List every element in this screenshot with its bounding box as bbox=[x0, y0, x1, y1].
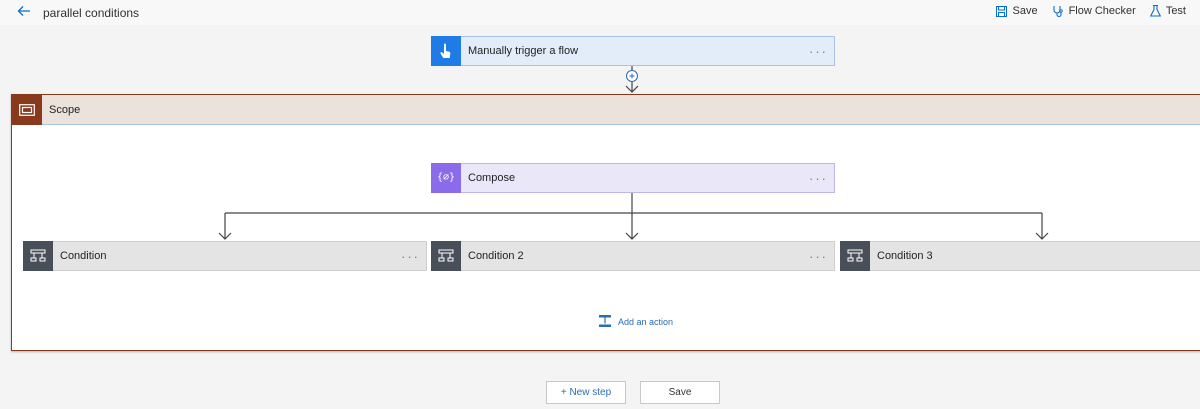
condition-2-label: Condition 2 bbox=[468, 250, 524, 262]
add-action-icon bbox=[598, 314, 612, 330]
branch-connectors bbox=[218, 193, 1049, 240]
add-action-button[interactable]: Add an action bbox=[598, 314, 673, 330]
compose-label: Compose bbox=[468, 172, 516, 184]
condition-2-card[interactable]: Condition 2 ··· bbox=[431, 240, 835, 271]
save-button[interactable]: Save bbox=[640, 381, 720, 404]
condition-3-card[interactable]: Condition 3 bbox=[840, 240, 1200, 271]
condition-icon bbox=[840, 240, 870, 271]
compose-more-button[interactable]: ··· bbox=[809, 171, 828, 186]
condition-3-label: Condition 3 bbox=[877, 250, 933, 262]
condition-card[interactable]: Condition ··· bbox=[23, 240, 427, 271]
condition-icon bbox=[431, 240, 461, 271]
condition-label: Condition bbox=[60, 250, 107, 262]
add-action-label: Add an action bbox=[618, 317, 674, 327]
condition-more-button[interactable]: ··· bbox=[401, 249, 420, 264]
condition-icon bbox=[23, 240, 53, 271]
new-step-button[interactable]: + New step bbox=[546, 381, 626, 404]
condition-2-more-button[interactable]: ··· bbox=[809, 249, 828, 264]
compose-card[interactable]: {⌀} Compose ··· bbox=[431, 162, 835, 193]
compose-icon: {⌀} bbox=[431, 162, 461, 193]
